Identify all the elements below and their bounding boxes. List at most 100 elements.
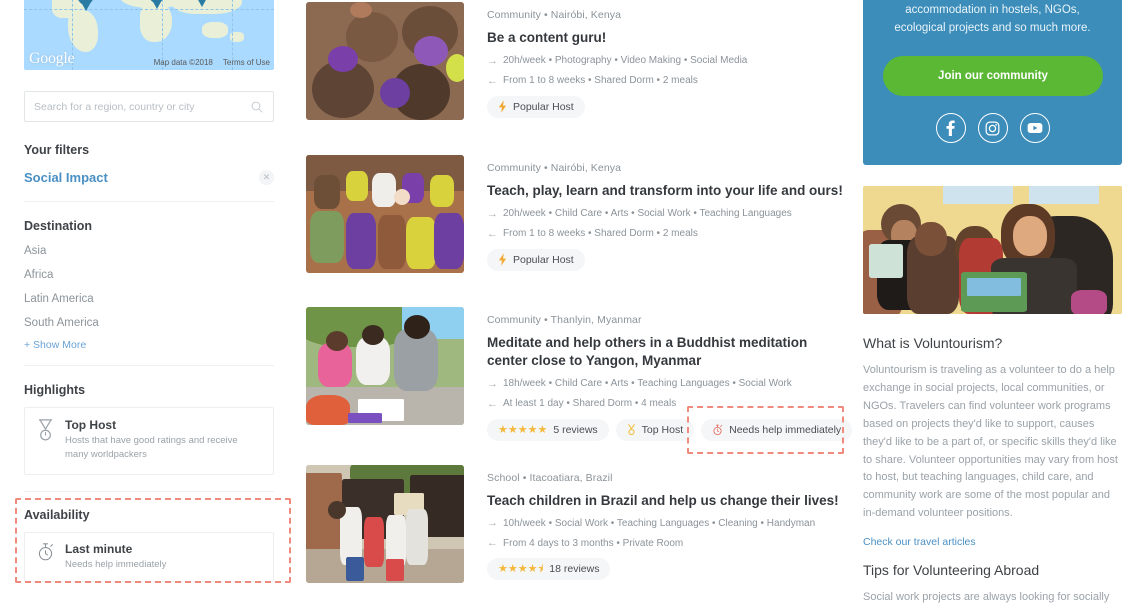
social-links xyxy=(883,113,1102,144)
listing-work-details: → 20h/week • Photography • Video Making … xyxy=(487,55,863,67)
listing-photo[interactable] xyxy=(306,307,464,425)
destination-item-africa[interactable]: Africa xyxy=(24,263,274,287)
listing-info: School • Itacoatiara, Brazil Teach child… xyxy=(487,465,863,583)
highlight-filter-top-host[interactable]: Top Host Hosts that have good ratings an… xyxy=(24,407,274,475)
listing-stay-details: ← At least 1 day • Shared Dorm • 4 meals xyxy=(487,398,863,410)
listing-work-text: 20h/week • Photography • Video Making • … xyxy=(503,55,748,67)
listing-work-details: → 10h/week • Social Work • Teaching Lang… xyxy=(487,517,863,529)
highlight-title: Top Host xyxy=(65,418,117,432)
stopwatch-icon xyxy=(38,542,53,560)
listing-card[interactable]: Community • Thanlyin, Myanmar Meditate a… xyxy=(306,307,863,454)
filters-sidebar: Google Map data ©2018 Terms of Use Your … xyxy=(0,0,298,608)
facebook-icon[interactable] xyxy=(935,113,966,144)
bolt-icon xyxy=(498,253,507,267)
listing-work-details: → 18h/week • Child Care • Arts • Teachin… xyxy=(487,378,863,390)
destination-list: Asia Africa Latin America South America … xyxy=(24,239,274,351)
badge-needs-help-immediately[interactable]: Needs help immediately xyxy=(701,418,853,441)
travel-articles-link[interactable]: Check our travel articles xyxy=(863,536,1128,548)
listing-stay-text: From 1 to 8 weeks • Shared Dorm • 2 meal… xyxy=(503,228,698,240)
join-community-button[interactable]: Join our community xyxy=(883,56,1103,97)
listing-title[interactable]: Teach children in Brazil and help us cha… xyxy=(487,492,863,510)
arrow-right-icon: → xyxy=(487,517,498,530)
highlights-section: Highlights Top Host Hosts that have good… xyxy=(24,383,274,475)
highlights-heading: Highlights xyxy=(24,383,86,397)
listing-info: Community • Thanlyin, Myanmar Meditate a… xyxy=(487,307,863,454)
badge-popular-host[interactable]: Popular Host xyxy=(487,248,585,271)
listing-title[interactable]: Meditate and help others in a Buddhist m… xyxy=(487,334,847,370)
availability-section: Availability Last minute Needs help imme… xyxy=(15,497,291,583)
arrow-right-icon: → xyxy=(487,207,498,220)
listing-work-text: 10h/week • Social Work • Teaching Langua… xyxy=(503,517,816,529)
search-field-wrapper[interactable] xyxy=(24,91,274,122)
listing-kicker: Community • Nairóbi, Kenya xyxy=(487,162,622,174)
destination-section: Destination Asia Africa Latin America So… xyxy=(24,219,274,351)
listing-stay-text: From 4 days to 3 months • Private Room xyxy=(503,537,684,549)
destination-item-latin-america[interactable]: Latin America xyxy=(24,287,274,311)
arrow-left-icon: ← xyxy=(487,397,498,410)
listing-work-details: → 20h/week • Child Care • Arts • Social … xyxy=(487,208,863,220)
arrow-right-icon: → xyxy=(487,377,498,390)
destination-item-south-america[interactable]: South America xyxy=(24,311,274,335)
divider xyxy=(24,201,274,202)
map-data-label: Map data ©2018 xyxy=(153,58,213,67)
show-more-destinations-link[interactable]: + Show More xyxy=(24,335,274,351)
listing-stay-text: From 1 to 8 weeks • Shared Dorm • 2 meal… xyxy=(503,75,698,87)
availability-filter-last-minute[interactable]: Last minute Needs help immediately xyxy=(24,531,274,583)
search-icon xyxy=(251,101,263,112)
listing-stay-details: ← From 1 to 8 weeks • Shared Dorm • 2 me… xyxy=(487,228,863,240)
tips-section: Tips for Volunteering Abroad Social work… xyxy=(863,562,1128,608)
search-results-page: Google Map data ©2018 Terms of Use Your … xyxy=(0,0,1140,608)
listing-card[interactable]: Community • Nairóbi, Kenya Be a content … xyxy=(306,2,863,120)
region-map[interactable]: Google Map data ©2018 Terms of Use xyxy=(24,0,274,70)
listing-card[interactable]: Community • Nairóbi, Kenya Teach, play, … xyxy=(306,155,863,273)
voluntourism-body: Voluntourism is traveling as a volunteer… xyxy=(863,364,1118,519)
your-filters-heading: Your filters xyxy=(24,143,90,157)
map-terms-link[interactable]: Terms of Use xyxy=(223,58,270,67)
your-filters-section: Your filters Social Impact ✕ xyxy=(24,143,274,185)
listing-photo[interactable] xyxy=(306,2,464,120)
active-filter-label: Social Impact xyxy=(24,170,108,185)
listing-title[interactable]: Teach, play, learn and transform into yo… xyxy=(487,182,863,200)
badge-rating[interactable]: ★★★★★ 5 reviews xyxy=(487,418,609,441)
map-gridline xyxy=(24,9,274,10)
badge-label: 18 reviews xyxy=(549,563,600,576)
promo-text: travel exchanging your skills for accomm… xyxy=(894,3,1091,34)
badge-label: Popular Host xyxy=(513,253,574,266)
destination-heading: Destination xyxy=(24,219,93,233)
listing-photo[interactable] xyxy=(306,464,464,583)
info-sidebar: travel exchanging your skills for accomm… xyxy=(863,0,1140,608)
voluntourism-heading: What is Voluntourism? xyxy=(863,335,1003,352)
divider xyxy=(24,490,274,492)
listing-title[interactable]: Be a content guru! xyxy=(487,29,857,47)
badge-top-host[interactable]: Top Host xyxy=(615,418,695,441)
availability-subtitle: Needs help immediately xyxy=(65,558,167,570)
map-attribution: Map data ©2018 Terms of Use xyxy=(154,58,270,67)
medal-icon xyxy=(627,424,635,436)
listing-kicker: Community • Thanlyin, Myanmar xyxy=(487,314,642,326)
divider xyxy=(24,365,274,366)
arrow-right-icon: → xyxy=(487,54,498,67)
google-logo: Google xyxy=(29,50,75,67)
listing-work-text: 20h/week • Child Care • Arts • Social Wo… xyxy=(503,208,792,220)
listing-card[interactable]: School • Itacoatiara, Brazil Teach child… xyxy=(306,464,863,583)
search-input[interactable] xyxy=(34,100,250,113)
article-photo[interactable] xyxy=(863,186,1122,315)
badge-label: Needs help immediately xyxy=(729,423,842,436)
listing-photo[interactable] xyxy=(306,155,464,273)
star-rating-icons: ★★★★⯨ xyxy=(498,562,544,575)
youtube-icon[interactable] xyxy=(1019,113,1050,144)
stopwatch-icon xyxy=(713,424,723,435)
listing-info: Community • Nairóbi, Kenya Be a content … xyxy=(487,2,863,120)
listing-info: Community • Nairóbi, Kenya Teach, play, … xyxy=(487,155,863,273)
badge-popular-host[interactable]: Popular Host xyxy=(487,95,585,118)
instagram-icon[interactable] xyxy=(977,113,1008,144)
listing-badges: ★★★★★ 5 reviews Top Host Needs help imme… xyxy=(487,405,863,454)
destination-item-asia[interactable]: Asia xyxy=(24,239,274,263)
availability-heading: Availability xyxy=(24,507,90,522)
active-filter-chip[interactable]: Social Impact ✕ xyxy=(24,170,274,185)
badge-label: Popular Host xyxy=(513,100,574,113)
bolt-icon xyxy=(498,100,507,114)
close-icon[interactable]: ✕ xyxy=(259,170,274,185)
badge-rating[interactable]: ★★★★⯨ 18 reviews xyxy=(487,558,611,581)
listing-stay-details: ← From 1 to 8 weeks • Shared Dorm • 2 me… xyxy=(487,75,863,87)
